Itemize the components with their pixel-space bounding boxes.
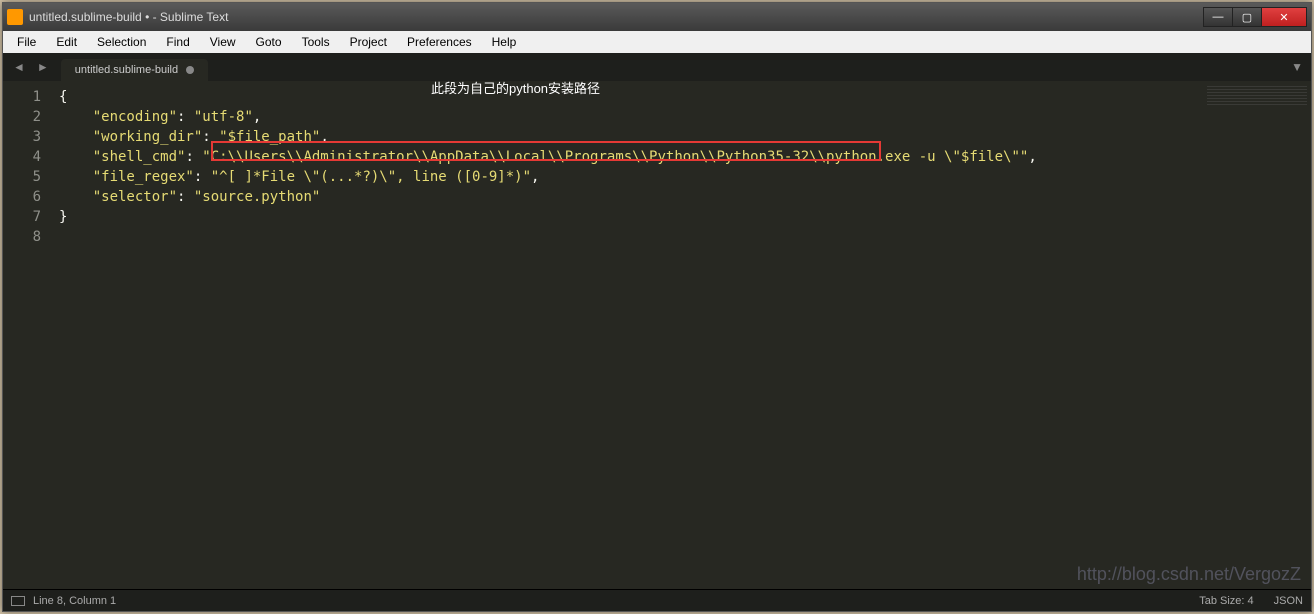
tabbar: ◄ ► untitled.sublime-build ▼ [3,53,1311,81]
menubar: File Edit Selection Find View Goto Tools… [3,31,1311,53]
line-number: 6 [3,187,41,207]
code-editor[interactable]: { "encoding": "utf-8", "working_dir": "$… [51,81,1191,589]
menu-goto[interactable]: Goto [246,33,292,51]
minimap-content [1207,85,1307,105]
app-icon [7,9,23,25]
tab-active[interactable]: untitled.sublime-build [61,59,208,81]
menu-edit[interactable]: Edit [46,33,87,51]
syntax-mode[interactable]: JSON [1274,595,1303,607]
menu-selection[interactable]: Selection [87,33,156,51]
tab-nav-back-icon[interactable]: ◄ [7,60,31,74]
cursor-position[interactable]: Line 8, Column 1 [33,595,116,607]
line-gutter: 1 2 3 4 5 6 7 8 [3,81,51,589]
menu-project[interactable]: Project [340,33,397,51]
annotation-text: 此段为自己的python安装路径 [431,81,600,99]
close-button[interactable]: ✕ [1261,7,1307,27]
line-number: 1 [3,87,41,107]
status-panel-icon[interactable] [11,596,25,606]
dirty-indicator-icon [186,66,194,74]
editor-area: 1 2 3 4 5 6 7 8 { "encoding": "utf-8", "… [3,81,1311,589]
menu-find[interactable]: Find [156,33,199,51]
line-number: 7 [3,207,41,227]
menu-help[interactable]: Help [482,33,527,51]
tab-size[interactable]: Tab Size: 4 [1199,595,1253,607]
line-number: 4 [3,147,41,167]
tab-label: untitled.sublime-build [75,64,178,76]
menu-file[interactable]: File [7,33,46,51]
minimize-button[interactable]: ― [1203,7,1233,27]
window-title: untitled.sublime-build • - Sublime Text [29,10,1204,24]
menu-tools[interactable]: Tools [292,33,340,51]
line-number: 3 [3,127,41,147]
maximize-button[interactable]: ▢ [1232,7,1262,27]
menu-view[interactable]: View [200,33,246,51]
menu-preferences[interactable]: Preferences [397,33,482,51]
tab-nav-forward-icon[interactable]: ► [31,60,55,74]
window-controls: ― ▢ ✕ [1204,7,1307,27]
minimap[interactable] [1191,81,1311,589]
statusbar: Line 8, Column 1 Tab Size: 4 JSON [3,589,1311,611]
line-number: 8 [3,227,41,247]
line-number: 2 [3,107,41,127]
app-window: untitled.sublime-build • - Sublime Text … [2,2,1312,612]
line-number: 5 [3,167,41,187]
titlebar: untitled.sublime-build • - Sublime Text … [3,3,1311,31]
tab-dropdown-icon[interactable]: ▼ [1291,60,1303,74]
